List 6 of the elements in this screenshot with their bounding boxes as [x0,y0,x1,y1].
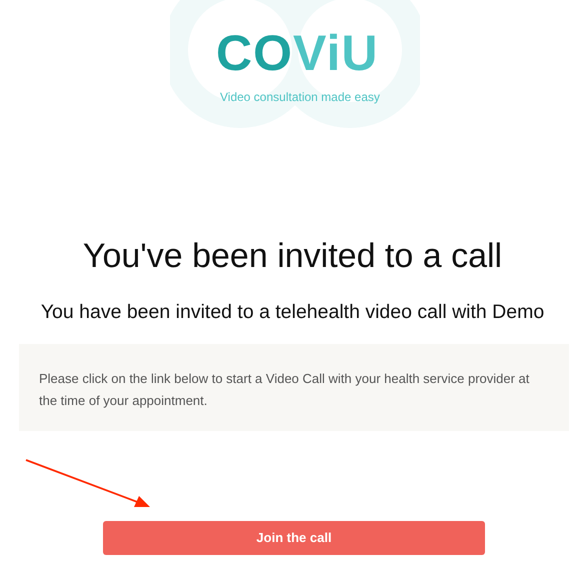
logo-tagline: Video consultation made easy [220,89,380,106]
subheading: You have been invited to a telehealth video call with Demo [40,300,546,324]
join-call-button[interactable]: Join the call [103,521,485,556]
message-text: Please click on the link below to start a Video Call with your health service provider at the time of your appointment. [39,370,530,410]
page-heading: You've been invited to a call [82,236,504,277]
logo: COViU [216,28,378,78]
